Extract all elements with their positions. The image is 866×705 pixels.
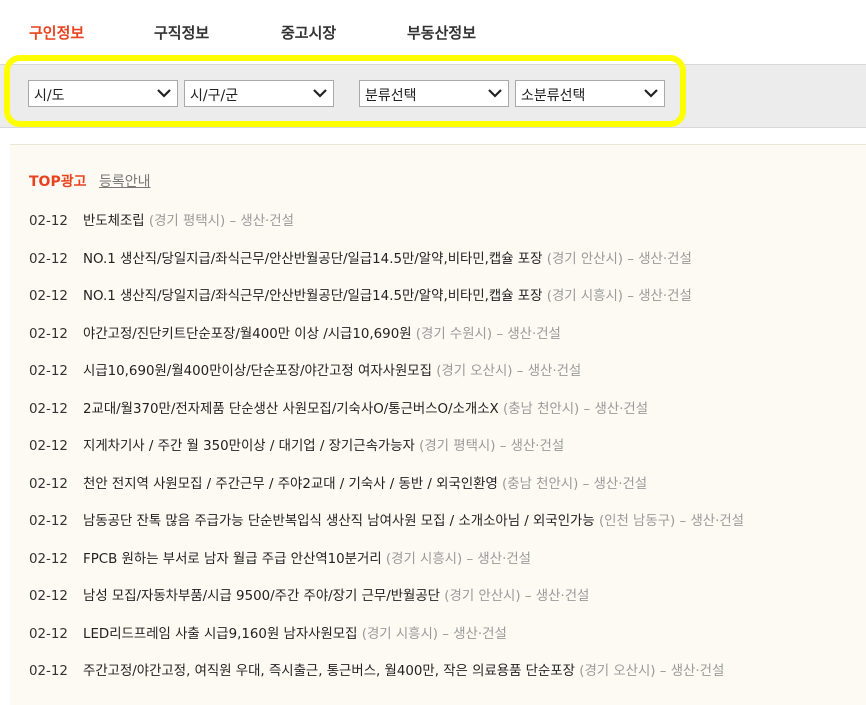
list-item: 02-12 NO.1 생산직/당일지급/좌식근무/안산반월공단/일급14.5만/알… [29, 284, 692, 304]
list-item: 02-12 LED리드프레임 사출 시급9,160원 남자사원모집 (경기 시흥시… [29, 622, 507, 642]
registration-guide-link[interactable]: 등록안내 [99, 174, 151, 190]
listing-title[interactable]: 주간고정/야간고정, 여직원 우대, 즉시출근, 통근버스, 월400만, 작은… [83, 664, 575, 679]
listing-location: (경기 시흥시) [546, 289, 624, 304]
chevron-down-icon [157, 89, 171, 98]
category-select[interactable]: 분류선택 [359, 80, 509, 107]
listing-title[interactable]: 반도체조립 [83, 214, 145, 229]
list-item: 02-12 지게차기사 / 주간 월 350만이상 / 대기업 / 장기근속가능자… [29, 434, 564, 454]
listing-date: 02-12 [29, 439, 68, 454]
list-item: 02-12 남성 모집/자동차부품/시급 9500/주간 주야/장기 근무/반월공… [29, 584, 589, 604]
listing-date: 02-12 [29, 364, 68, 379]
chevron-down-icon [313, 89, 327, 98]
listing-title[interactable]: NO.1 생산직/당일지급/좌식근무/안산반월공단/일급14.5만/알약,비타민… [83, 289, 542, 304]
listing-category: – 생산·건설 [623, 289, 692, 304]
main-tabs: 구인정보 구직정보 중고시장 부동산정보 [0, 0, 866, 64]
listing-location: (경기 안산시) [444, 589, 521, 604]
listing-category: – 생산·건설 [225, 214, 294, 229]
listing-date: 02-12 [29, 589, 68, 604]
listing-title[interactable]: 야간고정/진단키트단순포장/월400만 이상 /시급10,690원 [83, 327, 412, 342]
chevron-down-icon [488, 89, 502, 98]
listing-date: 02-12 [29, 402, 68, 417]
listing-location: (경기 평택시) [419, 439, 496, 454]
list-item: 02-12 시급10,690원/월400만이상/단순포장/야간고정 여자사원모집 … [29, 359, 581, 379]
listing-title[interactable]: NO.1 생산직/당일지급/좌식근무/안산반월공단/일급14.5만/알약,비타민… [83, 252, 542, 267]
list-item: 02-12 FPCB 원하는 부서로 남자 월급 주급 안산역10분거리 (경기 … [29, 547, 531, 567]
province-select-value: 시/도 [34, 88, 65, 104]
district-select[interactable]: 시/구/군 [184, 80, 334, 107]
listing-category: – 생산·건설 [578, 477, 648, 492]
listing-category: – 생산·건설 [462, 552, 531, 567]
listing-category: – 생산·건설 [579, 402, 649, 417]
listing-category: – 생산·건설 [512, 364, 582, 379]
top-ads-title: TOP광고 [29, 174, 87, 190]
listing-location: (충남 천안시) [502, 477, 579, 492]
tab-real-estate[interactable]: 부동산정보 [407, 22, 476, 43]
listing-category: – 생산·건설 [655, 664, 725, 679]
listing-location: (인천 남동구) [598, 514, 676, 529]
listing-category: – 생산·건설 [492, 327, 561, 342]
province-select[interactable]: 시/도 [28, 80, 178, 107]
listing-category: – 생산·건설 [438, 627, 507, 642]
listing-title[interactable]: 2교대/월370만/전자제품 단순생산 사원모집/기숙사O/통근버스O/소개소X [83, 402, 499, 417]
listing-title[interactable]: FPCB 원하는 부서로 남자 월급 주급 안산역10분거리 [83, 552, 382, 567]
category-select-value: 분류선택 [365, 88, 417, 104]
list-item: 02-12 야간고정/진단키트단순포장/월400만 이상 /시급10,690원 (… [29, 322, 561, 342]
listing-date: 02-12 [29, 252, 68, 267]
list-item: 02-12 천안 전지역 사원모집 / 주간근무 / 주야2교대 / 기숙사 / … [29, 472, 647, 492]
listing-category: – 생산·건설 [675, 514, 745, 529]
listing-category: – 생산·건설 [623, 252, 692, 267]
listing-location: (경기 평택시) [148, 214, 226, 229]
tab-job-offers[interactable]: 구인정보 [29, 22, 84, 43]
tab-job-seekers[interactable]: 구직정보 [154, 22, 209, 43]
listing-date: 02-12 [29, 514, 68, 529]
list-item: 02-12 남동공단 잔톡 많음 주급가능 단순반복입식 생산직 남여사원 모집 … [29, 509, 744, 529]
list-item: 02-12 반도체조립 (경기 평택시) – 생산·건설 [29, 209, 294, 229]
listing-title[interactable]: LED리드프레임 사출 시급9,160원 남자사원모집 [83, 627, 357, 642]
listing-title[interactable]: 남성 모집/자동차부품/시급 9500/주간 주야/장기 근무/반월공단 [83, 589, 440, 604]
listing-date: 02-12 [29, 552, 68, 567]
listing-category: – 생산·건설 [520, 589, 590, 604]
list-item: 02-12 NO.1 생산직/당일지급/좌식근무/안산반월공단/일급14.5만/알… [29, 247, 692, 267]
district-select-value: 시/구/군 [190, 88, 239, 104]
subcategory-select[interactable]: 소분류선택 [515, 80, 665, 107]
listing-category: – 생산·건설 [495, 439, 565, 454]
listing-date: 02-12 [29, 477, 68, 492]
listing-location: (경기 오산시) [579, 664, 656, 679]
listing-location: (경기 수원시) [415, 327, 493, 342]
list-item: 02-12 주간고정/야간고정, 여직원 우대, 즉시출근, 통근버스, 월400… [29, 659, 724, 679]
listing-date: 02-12 [29, 327, 68, 342]
listing-title[interactable]: 남동공단 잔톡 많음 주급가능 단순반복입식 생산직 남여사원 모집 / 소개소… [83, 514, 595, 529]
listing-location: (충남 천안시) [502, 402, 580, 417]
tab-used-market[interactable]: 중고시장 [281, 22, 336, 43]
listing-date: 02-12 [29, 214, 68, 229]
listing-location: (경기 시흥시) [385, 552, 463, 567]
top-ads-header: TOP광고 등록안내 [29, 171, 150, 191]
listing-date: 02-12 [29, 627, 68, 642]
listing-date: 02-12 [29, 289, 68, 304]
listing-location: (경기 오산시) [436, 364, 513, 379]
listing-title[interactable]: 시급10,690원/월400만이상/단순포장/야간고정 여자사원모집 [83, 364, 432, 379]
subcategory-select-value: 소분류선택 [521, 88, 586, 104]
listing-date: 02-12 [29, 664, 68, 679]
listing-title[interactable]: 천안 전지역 사원모집 / 주간근무 / 주야2교대 / 기숙사 / 동반 / … [83, 477, 498, 492]
chevron-down-icon [644, 89, 658, 98]
listing-location: (경기 안산시) [546, 252, 624, 267]
listing-title[interactable]: 지게차기사 / 주간 월 350만이상 / 대기업 / 장기근속가능자 [83, 439, 415, 454]
listing-location: (경기 시흥시) [361, 627, 439, 642]
list-item: 02-12 2교대/월370만/전자제품 단순생산 사원모집/기숙사O/통근버스O… [29, 397, 648, 417]
